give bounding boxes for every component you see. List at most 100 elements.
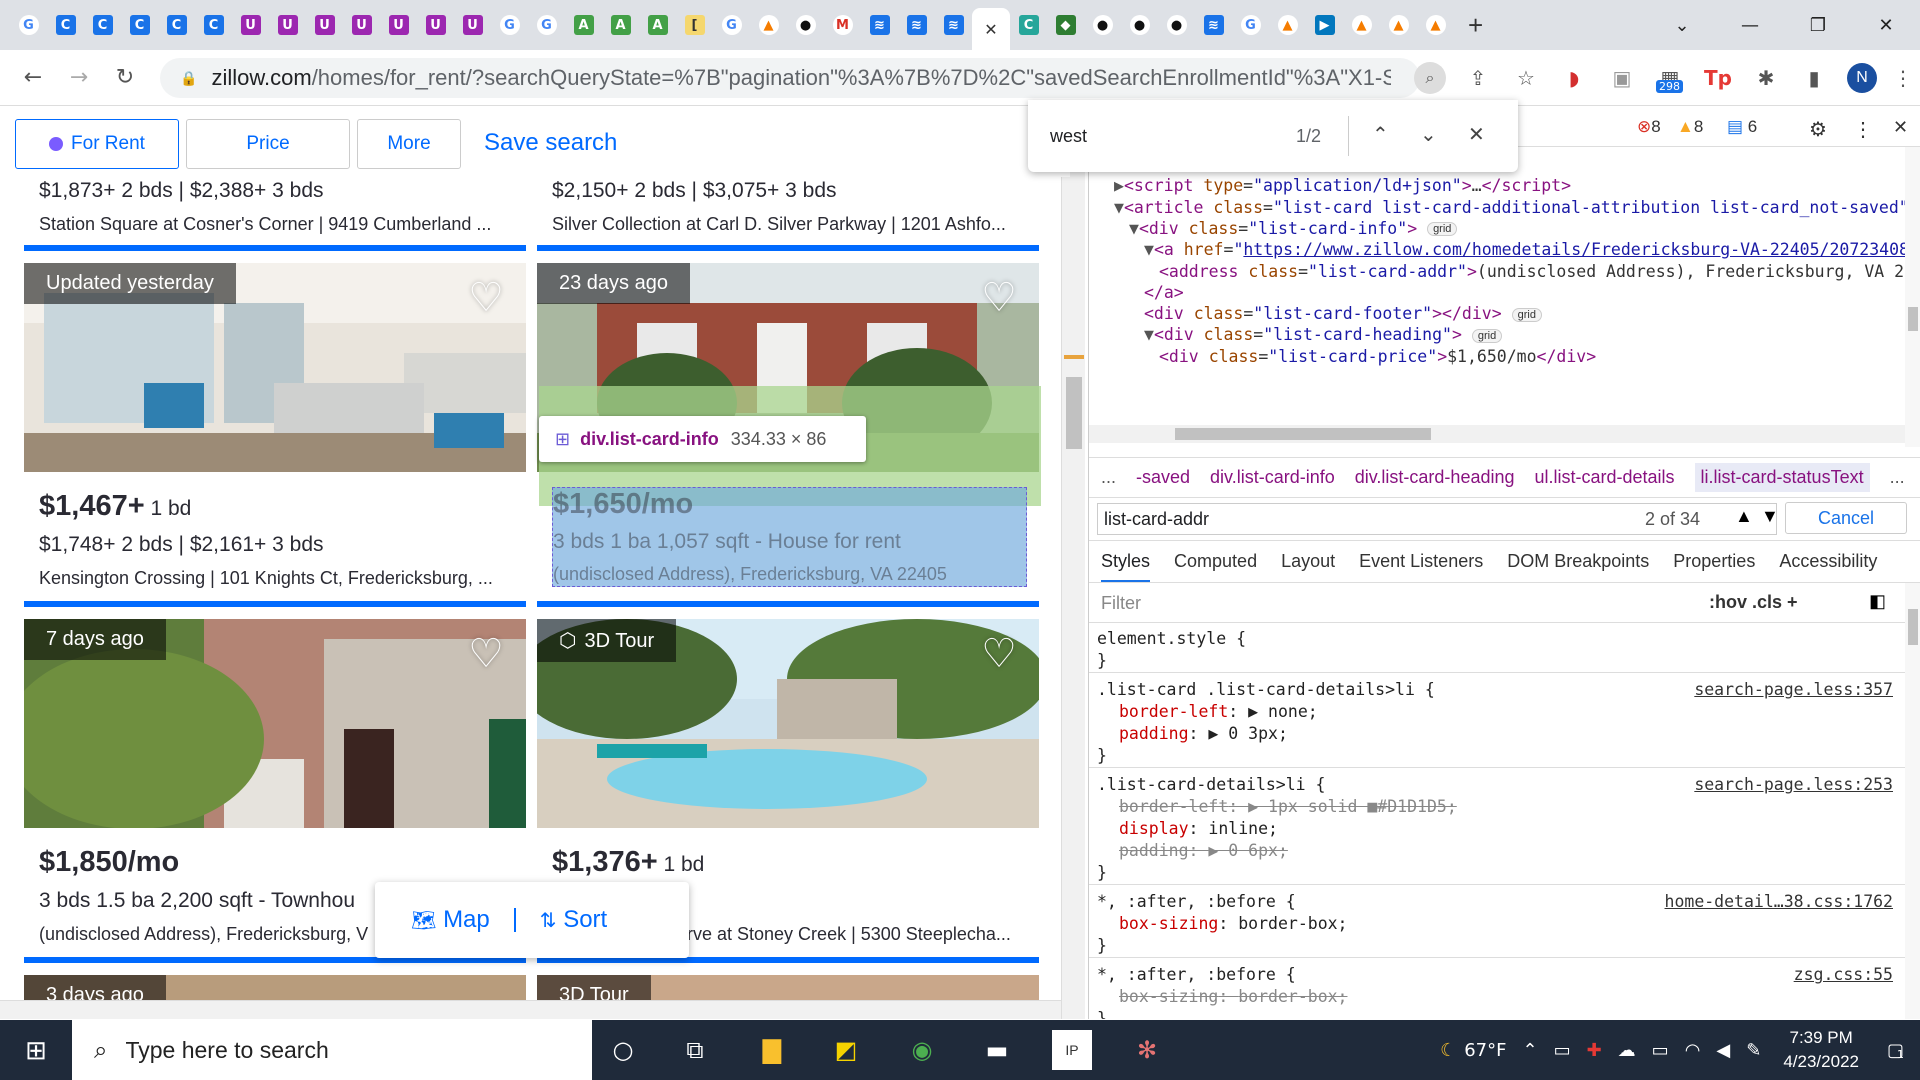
tray-device-icon[interactable]: ▭ — [1554, 1040, 1571, 1061]
css-declaration[interactable]: display: inline; — [1119, 819, 1278, 838]
listing-card[interactable]: Updated yesterday ♡ $1,467+ 1 bd $1,748+… — [24, 263, 526, 608]
browser-menu-icon[interactable]: ⋮ — [1886, 66, 1920, 90]
warning-count-badge[interactable]: ▲8 — [1677, 117, 1703, 137]
chrome-icon[interactable]: ◉ — [902, 1030, 942, 1070]
back-button[interactable]: ← — [10, 65, 56, 90]
browser-tab[interactable]: C — [158, 8, 195, 42]
search-prev-icon[interactable]: ▲ — [1735, 506, 1753, 527]
browser-tab[interactable]: ● — [787, 8, 824, 42]
dom-node-line[interactable]: <div class="list-card-price">$1,650/mo</… — [1159, 347, 1596, 366]
css-rules-list[interactable]: element.style {} .list-card .list-card-de… — [1089, 623, 1905, 1019]
message-count-badge[interactable]: ▤ 6 — [1727, 117, 1757, 137]
css-selector[interactable]: *, :after, :before { — [1097, 892, 1296, 911]
notification-icon[interactable]: ▢ 1 — [1887, 1040, 1904, 1061]
bookmark-star-icon[interactable]: ☆ — [1502, 66, 1550, 90]
css-selector[interactable]: element.style { — [1097, 629, 1246, 648]
browser-tab[interactable]: ▲ — [1380, 8, 1417, 42]
browser-tab[interactable]: U — [454, 8, 491, 42]
css-selector[interactable]: *, :after, :before { — [1097, 965, 1296, 984]
css-selector[interactable]: .list-card .list-card-details>li { — [1097, 680, 1435, 699]
dom-node-line[interactable]: ▼<div class="list-card-info"> grid — [1129, 219, 1458, 238]
css-declaration[interactable]: border-left: ▶ 1px solid ■#D1D1D5; — [1119, 797, 1457, 816]
browser-tab[interactable]: A — [639, 8, 676, 42]
close-devtools-icon[interactable]: ✕ — [1893, 117, 1908, 138]
css-property-value[interactable]: border-box; — [1238, 987, 1347, 1006]
browser-tab[interactable]: ▲ — [1343, 8, 1380, 42]
browser-tab[interactable]: ◆ — [1047, 8, 1084, 42]
tab-computed[interactable]: Computed — [1174, 551, 1257, 572]
wifi-icon[interactable]: ◠ — [1685, 1040, 1701, 1061]
task-view-icon[interactable]: ⧉ — [675, 1030, 715, 1070]
css-property-value[interactable]: border-box; — [1238, 914, 1347, 933]
for-rent-filter-button[interactable]: For Rent — [15, 119, 179, 169]
browser-tab[interactable]: C — [121, 8, 158, 42]
scrollbar-thumb[interactable] — [1908, 609, 1918, 645]
css-property-name[interactable]: box-sizing — [1119, 914, 1218, 933]
terminal-icon[interactable]: ▬ — [977, 1030, 1017, 1070]
windows-start-icon[interactable]: ⊞ — [0, 1035, 72, 1066]
listing-address[interactable]: rve at Stoney Creek | 5300 Steeplecha... — [687, 924, 1027, 945]
map-button[interactable]: 🗺 Map — [411, 906, 490, 934]
file-explorer-icon[interactable]: ▇ — [752, 1030, 792, 1070]
more-filter-button[interactable]: More — [357, 119, 461, 169]
listing-address[interactable]: Silver Collection at Carl D. Silver Park… — [552, 214, 1032, 235]
elements-tree[interactable]: <li>▶<script type="application/ld+json">… — [1089, 147, 1905, 447]
dom-node-line[interactable]: ▼<article class="list-card list-card-add… — [1114, 198, 1905, 217]
browser-tab[interactable]: G — [1232, 8, 1269, 42]
sort-button[interactable]: ⇅ Sort — [540, 906, 607, 934]
search-next-icon[interactable]: ▼ — [1761, 506, 1779, 527]
tab-event-listeners[interactable]: Event Listeners — [1359, 551, 1483, 572]
save-heart-icon[interactable]: ♡ — [981, 631, 1017, 677]
styles-vertical-scrollbar[interactable] — [1905, 583, 1920, 1019]
ipython-icon[interactable]: IP — [1052, 1030, 1092, 1070]
toggle-sidebar-icon[interactable]: ◧ — [1869, 591, 1886, 612]
browser-tab[interactable]: ● — [1121, 8, 1158, 42]
browser-tab[interactable]: G — [491, 8, 528, 42]
error-count-badge[interactable]: ⊗8 — [1637, 117, 1661, 137]
tab-dom-breakpoints[interactable]: DOM Breakpoints — [1507, 551, 1649, 572]
listing-photo[interactable]: Updated yesterday ♡ — [24, 263, 526, 472]
extensions-puzzle-icon[interactable]: ✱ — [1742, 66, 1790, 90]
volume-icon[interactable]: ◀ — [1716, 1040, 1730, 1061]
tab-accessibility[interactable]: Accessibility — [1779, 551, 1877, 572]
devtools-menu-icon[interactable]: ⋮ — [1853, 117, 1873, 142]
scrollbar-thumb[interactable] — [1066, 377, 1082, 449]
scrollbar-thumb[interactable] — [1175, 428, 1431, 440]
breadcrumb-item[interactable]: ... — [1101, 467, 1116, 488]
dom-node-line[interactable]: ▼<div class="list-card-heading"> grid — [1144, 325, 1503, 344]
breadcrumb-item[interactable]: -saved — [1136, 467, 1190, 488]
css-source-link[interactable]: zsg.css:55 — [1794, 965, 1893, 984]
save-heart-icon[interactable]: ♡ — [468, 631, 504, 677]
browser-tab[interactable]: ▲ — [1417, 8, 1454, 42]
browser-tab[interactable]: U — [232, 8, 269, 42]
browser-tab[interactable]: G — [528, 8, 565, 42]
tab-properties[interactable]: Properties — [1673, 551, 1755, 572]
css-property-value[interactable]: ▶ 0 3px; — [1208, 724, 1287, 743]
css-property-value[interactable]: ▶ 1px solid ■#D1D1D5; — [1248, 797, 1457, 816]
tray-chevron-icon[interactable]: ⌃ — [1522, 1040, 1537, 1061]
breadcrumb-item[interactable]: div.list-card-heading — [1355, 467, 1515, 488]
css-source-link[interactable]: home-detail…38.css:1762 — [1665, 892, 1893, 911]
browser-tab[interactable]: [ — [676, 8, 713, 42]
css-property-name[interactable]: padding — [1119, 841, 1189, 860]
browser-tab[interactable]: ≋ — [898, 8, 935, 42]
close-tab-icon[interactable]: ✕ — [984, 20, 997, 40]
dom-node-line[interactable]: ▶<script type="application/ld+json">…</s… — [1114, 176, 1571, 195]
browser-tab[interactable]: U — [417, 8, 454, 42]
profile-avatar[interactable]: N — [1847, 63, 1877, 93]
css-declaration[interactable]: box-sizing: border-box; — [1119, 914, 1348, 933]
styles-filter-input[interactable]: Filter — [1101, 593, 1141, 614]
browser-tab[interactable]: A — [565, 8, 602, 42]
reload-button[interactable]: ↻ — [102, 65, 148, 90]
browser-tab[interactable]: ● — [1084, 8, 1121, 42]
dom-node-line[interactable]: <address class="list-card-addr">(undiscl… — [1159, 262, 1904, 281]
find-next-button[interactable]: ⌄ — [1420, 122, 1437, 146]
dom-node-line[interactable]: ▼<a href="https://www.zillow.com/homedet… — [1144, 240, 1905, 259]
css-property-name[interactable]: border-left — [1119, 702, 1228, 721]
browser-tab[interactable]: M — [824, 8, 861, 42]
browser-tab[interactable]: U — [380, 8, 417, 42]
listing-photo[interactable]: 7 days ago ♡ — [24, 619, 526, 828]
browser-tab[interactable]: G — [10, 8, 47, 42]
browser-tab[interactable]: ≋ — [861, 8, 898, 42]
save-heart-icon[interactable]: ♡ — [981, 275, 1017, 321]
